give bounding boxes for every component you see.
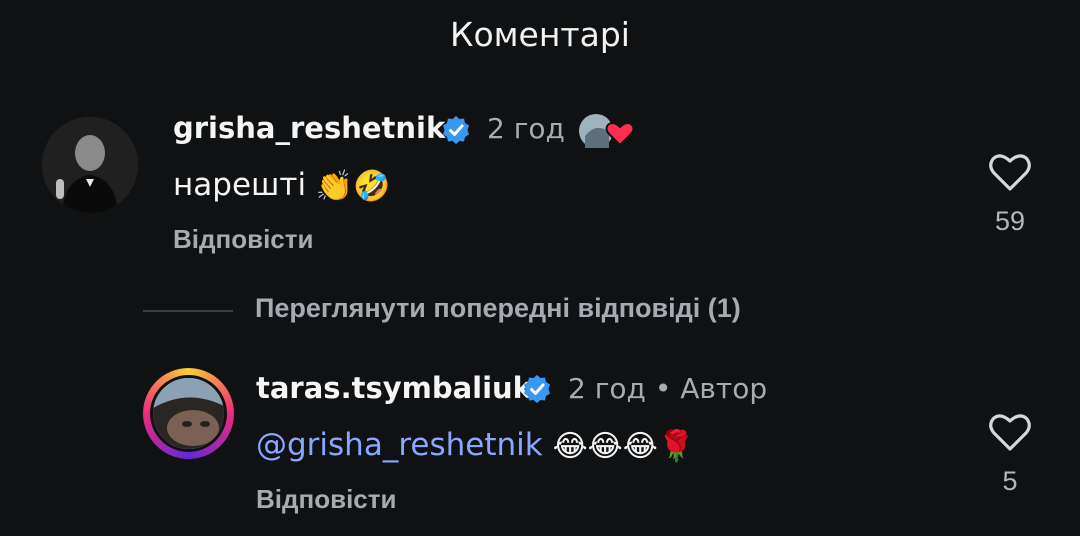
author-badge: Автор	[680, 372, 768, 405]
reply-button[interactable]: Відповісти	[173, 224, 313, 255]
comment-body: нарешті	[173, 167, 307, 203]
tears-of-joy-emoji: 😂	[552, 428, 588, 464]
comment-timestamp: 2 год	[568, 372, 646, 405]
comment-username[interactable]: taras.tsymbaliuk	[256, 371, 532, 405]
avatar[interactable]	[42, 117, 138, 213]
like-count: 5	[1002, 466, 1018, 496]
tears-of-joy-emoji: 😂	[587, 428, 623, 464]
like-count: 59	[994, 206, 1026, 236]
heart-icon[interactable]	[988, 412, 1032, 452]
avatar[interactable]	[150, 375, 227, 452]
view-previous-replies-button[interactable]: Переглянути попередні відповіді (1)	[255, 293, 741, 324]
mention-link[interactable]: @grisha_reshetnik	[256, 427, 543, 463]
avatar-photo	[42, 117, 138, 213]
rolling-laughing-emoji: 🤣	[353, 168, 391, 204]
clapping-hands-emoji: 👏	[315, 168, 354, 204]
tears-of-joy-emoji: 😂	[622, 428, 658, 464]
liked-by-creator-heart-icon	[579, 114, 635, 148]
avatar-photo	[153, 378, 224, 449]
comment-text: нарешті 👏🤣	[173, 167, 391, 203]
verified-badge-icon	[443, 116, 469, 144]
replies-divider	[143, 310, 233, 312]
reply-button[interactable]: Відповісти	[256, 484, 396, 515]
heart-icon[interactable]	[988, 152, 1032, 192]
comment-timestamp: 2 год	[487, 112, 565, 145]
verified-badge-icon	[524, 375, 550, 403]
comment-username[interactable]: grisha_reshetnik	[173, 111, 445, 145]
meta-separator: •	[654, 372, 672, 405]
page-title: Коментарі	[450, 15, 630, 54]
comment-meta: 2 год • Автор	[568, 372, 767, 405]
comment-text: @grisha_reshetnik 😂😂😂🌹	[256, 427, 695, 463]
rose-emoji: 🌹	[657, 428, 696, 464]
